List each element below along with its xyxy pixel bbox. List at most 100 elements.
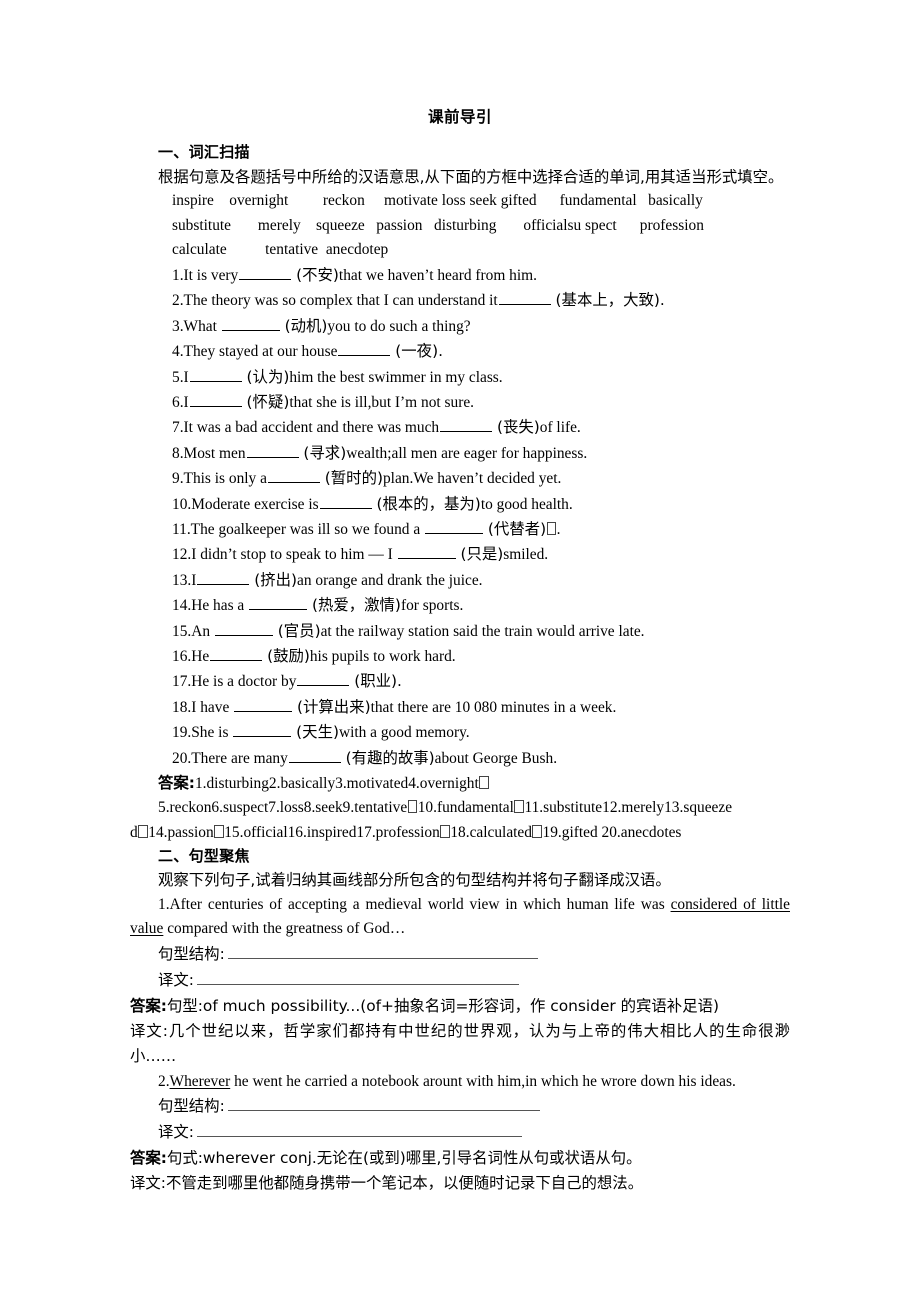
answer-text: 10.fundamental — [417, 799, 514, 817]
answer-label: 答案: — [130, 996, 167, 1015]
question-text: The goalkeeper was ill so we found a — [190, 520, 421, 538]
answer-blank[interactable] — [246, 442, 299, 458]
section-heading-sentence-focus: 二、句型聚焦 — [158, 847, 250, 866]
answer-text: d — [130, 823, 138, 841]
question-number: 4. — [172, 343, 184, 361]
answer-blank[interactable] — [189, 366, 242, 382]
question-text: It is very — [183, 266, 239, 284]
question-item: 4.They stayed at our house (一夜). — [130, 339, 790, 364]
structure-fill-row-1[interactable]: 句型结构: — [130, 942, 790, 968]
missing-glyph-icon — [138, 824, 148, 838]
answer-blank[interactable] — [338, 340, 391, 357]
question-text: She is — [191, 724, 229, 742]
question-text: with a good memory. — [338, 724, 470, 742]
item-number: 2. — [158, 1072, 170, 1090]
focus-translation-1: 译文:几个世纪以来，哲学家们都持有中世纪的世界观，认为与上帝的伟大相比人的生命很… — [130, 1019, 790, 1070]
answer-blank[interactable] — [239, 264, 292, 280]
question-text: smiled. — [503, 546, 549, 564]
question-text: about George Bush. — [434, 749, 558, 767]
question-text: I have — [191, 698, 230, 716]
question-number: 14. — [172, 597, 192, 615]
translation-label: 译文: — [130, 1174, 166, 1193]
answer-blank[interactable] — [189, 391, 242, 407]
chinese-hint: (计算出来) — [297, 697, 371, 716]
structure-blank-line[interactable] — [227, 943, 538, 959]
question-text: to good health. — [480, 495, 573, 513]
section-heading-vocabulary: 一、词汇扫描 — [158, 143, 250, 162]
question-number: 18. — [172, 698, 192, 716]
translation-text: 不管走到哪里他都随身携带一个笔记本，以便随时记录下自己的想法。 — [165, 1174, 644, 1193]
word-bank: inspire overnight reckon motivate loss s… — [130, 189, 790, 263]
answer-blank[interactable] — [249, 595, 308, 611]
answer-blank[interactable] — [267, 468, 320, 484]
question-text: for sports. — [400, 597, 464, 615]
chinese-hint: (有趣的故事) — [345, 748, 435, 767]
answer-text: 15.official16.inspired17.profession — [224, 823, 440, 841]
question-text: . — [556, 520, 561, 538]
answer-blank[interactable] — [498, 290, 551, 306]
chinese-hint: (不安) — [296, 265, 339, 284]
chinese-hint: (怀疑) — [246, 392, 290, 411]
sentence-part: compared with the greatness of God… — [163, 920, 406, 938]
answer-blank[interactable] — [233, 722, 292, 738]
question-item: 2.The theory was so complex that I can u… — [130, 288, 790, 313]
structure-fill-row-2[interactable]: 句型结构: — [130, 1094, 790, 1120]
answer-blank[interactable] — [288, 747, 341, 763]
question-item: 17.He is a doctor by (职业). — [130, 669, 790, 694]
answer-label: 答案: — [158, 774, 195, 792]
translation-label: 译文: — [158, 1123, 194, 1142]
question-text: They stayed at our house — [183, 343, 338, 361]
question-text: Most men — [183, 444, 246, 462]
translation-blank-line[interactable] — [196, 969, 519, 985]
question-text: Moderate exercise is — [191, 495, 319, 513]
answer-blank[interactable] — [221, 315, 280, 331]
answer-blank[interactable] — [425, 518, 484, 534]
answer-text: 11.substitute12.merely13.squeeze — [524, 799, 733, 817]
vocabulary-answer-line-1: 答案:1.disturbing2.basically3.motivated4.o… — [130, 771, 790, 796]
question-item: 8.Most men (寻求)wealth;all men are eager … — [130, 441, 790, 466]
question-number: 13. — [172, 571, 192, 589]
answer-blank[interactable] — [210, 645, 263, 661]
answer-blank[interactable] — [297, 671, 350, 687]
question-number: 6. — [172, 393, 184, 411]
answer-blank[interactable] — [234, 696, 293, 712]
missing-glyph-icon — [440, 824, 450, 838]
focus-answer-2: 答案:句式:wherever conj.无论在(或到)哪里,引导名词性从句或状语… — [130, 1146, 790, 1171]
answer-blank[interactable] — [319, 493, 372, 509]
translation-blank-line[interactable] — [196, 1122, 522, 1138]
missing-glyph-icon — [532, 824, 543, 838]
structure-label: 句型结构: — [158, 1097, 225, 1116]
chinese-hint: (暂时的) — [324, 469, 383, 488]
question-item: 16.He (鼓励)his pupils to work hard. — [130, 644, 790, 669]
answer-blank[interactable] — [440, 417, 493, 433]
question-text: He — [191, 647, 210, 665]
answer-blank[interactable] — [214, 620, 273, 636]
question-text: of life. — [539, 419, 581, 437]
question-number: 12. — [172, 546, 192, 564]
question-text: wealth;all men are eager for happiness. — [346, 444, 588, 462]
answer-text: 句型:of much possibility...(of+抽象名词=形容词，作 … — [166, 996, 719, 1015]
structure-blank-line[interactable] — [227, 1096, 540, 1112]
question-text: that she is ill,but I’m not sure. — [289, 393, 475, 411]
question-text: What — [183, 317, 217, 335]
question-text: an orange and drank the juice. — [297, 571, 483, 589]
question-text: An — [191, 622, 211, 640]
chinese-hint: (官员) — [277, 621, 321, 640]
question-number: 10. — [172, 495, 192, 513]
vocabulary-answer-line-3: d 14.passion 15.official16.inspired17.prof… — [130, 821, 790, 845]
question-text: that there are 10 080 minutes in a week. — [370, 698, 617, 716]
question-list: 1.It is very (不安)that we haven’t heard f… — [130, 263, 790, 771]
missing-glyph-icon — [407, 800, 418, 814]
answer-blank[interactable] — [397, 544, 456, 560]
question-text: plan.We haven’t decided yet. — [382, 470, 562, 488]
question-number: 15. — [172, 622, 192, 640]
translation-fill-row-1[interactable]: 译文: — [130, 968, 790, 994]
answer-text: 14.passion — [148, 823, 214, 841]
question-text: He has a — [191, 597, 245, 615]
answer-text: 1.disturbing2.basically3.motivated4.over… — [194, 775, 479, 792]
question-number: 11. — [172, 520, 191, 538]
translation-fill-row-2[interactable]: 译文: — [130, 1120, 790, 1146]
answer-blank[interactable] — [197, 569, 250, 585]
question-number: 9. — [172, 470, 184, 488]
question-item: 1.It is very (不安)that we haven’t heard f… — [130, 263, 790, 288]
